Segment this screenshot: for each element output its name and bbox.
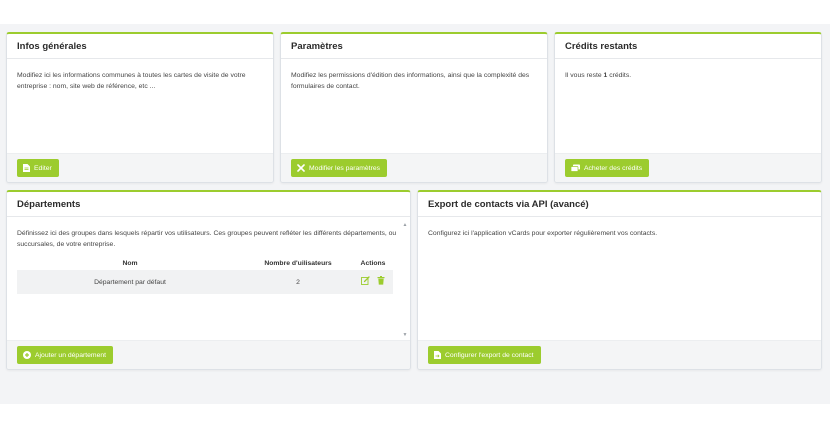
infos-generales-card: Infos générales Modifiez ici les informa… — [6, 32, 274, 183]
departements-card: Départements Définissez ici des groupes … — [6, 190, 411, 370]
export-contacts-card: Export de contacts via API (avancé) Conf… — [417, 190, 822, 370]
scroll-up-arrow-icon[interactable]: ▲ — [402, 222, 408, 228]
export-contacts-footer: Configurer l'export de contact — [418, 340, 821, 369]
parametres-footer: Modifier les paramètres — [281, 153, 547, 182]
credits-text-before: Il vous reste — [565, 72, 604, 79]
column-header-users: Nombre d'uilisateurs — [264, 259, 332, 267]
infos-generales-title: Infos générales — [7, 34, 273, 59]
export-contacts-title: Export de contacts via API (avancé) — [418, 192, 821, 217]
edit-department-icon[interactable] — [360, 275, 370, 289]
departments-scrollbar[interactable]: ▲ ▼ — [402, 222, 408, 338]
departements-footer: Ajouter un département — [7, 340, 410, 369]
money-icon — [571, 164, 580, 172]
departments-table: Nom Nombre d'uilisateurs Actions Départe… — [17, 256, 393, 294]
credits-text-after: crédits. — [607, 72, 632, 79]
delete-department-icon[interactable] — [377, 275, 385, 289]
add-department-button[interactable]: Ajouter un département — [17, 346, 114, 364]
parametres-description: Modifiez les permissions d'édition des i… — [291, 72, 530, 90]
table-row: Département par défaut 2 — [17, 270, 393, 294]
credits-title: Crédits restants — [555, 34, 821, 59]
modify-settings-button[interactable]: Modifier les paramètres — [291, 159, 388, 177]
department-name: Département par défaut — [17, 270, 243, 294]
edit-button-label: Editer — [34, 164, 52, 172]
infos-generales-description: Modifiez ici les informations communes à… — [17, 72, 246, 90]
file-export-icon — [434, 351, 441, 359]
plus-circle-icon — [23, 351, 31, 359]
scroll-down-arrow-icon[interactable]: ▼ — [402, 332, 408, 338]
credits-card: Crédits restants Il vous reste 1 crédits… — [554, 32, 822, 183]
departements-title: Départements — [7, 192, 410, 217]
column-header-name: Nom — [122, 259, 138, 267]
modify-settings-label: Modifier les paramètres — [309, 164, 381, 172]
parametres-title: Paramètres — [281, 34, 547, 59]
credits-text: Il vous reste 1 crédits. — [565, 70, 811, 81]
departements-description: Définissez ici des groupes dans lesquels… — [17, 230, 397, 248]
infos-generales-footer: Editer — [7, 153, 273, 182]
parametres-card: Paramètres Modifiez les permissions d'éd… — [280, 32, 548, 183]
edit-button[interactable]: Editer — [17, 159, 59, 177]
add-department-label: Ajouter un département — [35, 351, 107, 359]
buy-credits-button[interactable]: Acheter des crédits — [565, 159, 650, 177]
department-user-count: 2 — [243, 270, 353, 294]
department-actions — [353, 270, 393, 294]
credits-footer: Acheter des crédits — [555, 153, 821, 182]
buy-credits-label: Acheter des crédits — [584, 164, 643, 172]
export-contacts-description: Configurez ici l'application vCards pour… — [428, 230, 658, 237]
column-header-actions: Actions — [360, 259, 386, 267]
file-edit-icon — [23, 164, 30, 172]
configure-export-label: Configurer l'export de contact — [445, 351, 534, 359]
tools-icon — [297, 164, 305, 172]
configure-export-button[interactable]: Configurer l'export de contact — [428, 346, 541, 364]
